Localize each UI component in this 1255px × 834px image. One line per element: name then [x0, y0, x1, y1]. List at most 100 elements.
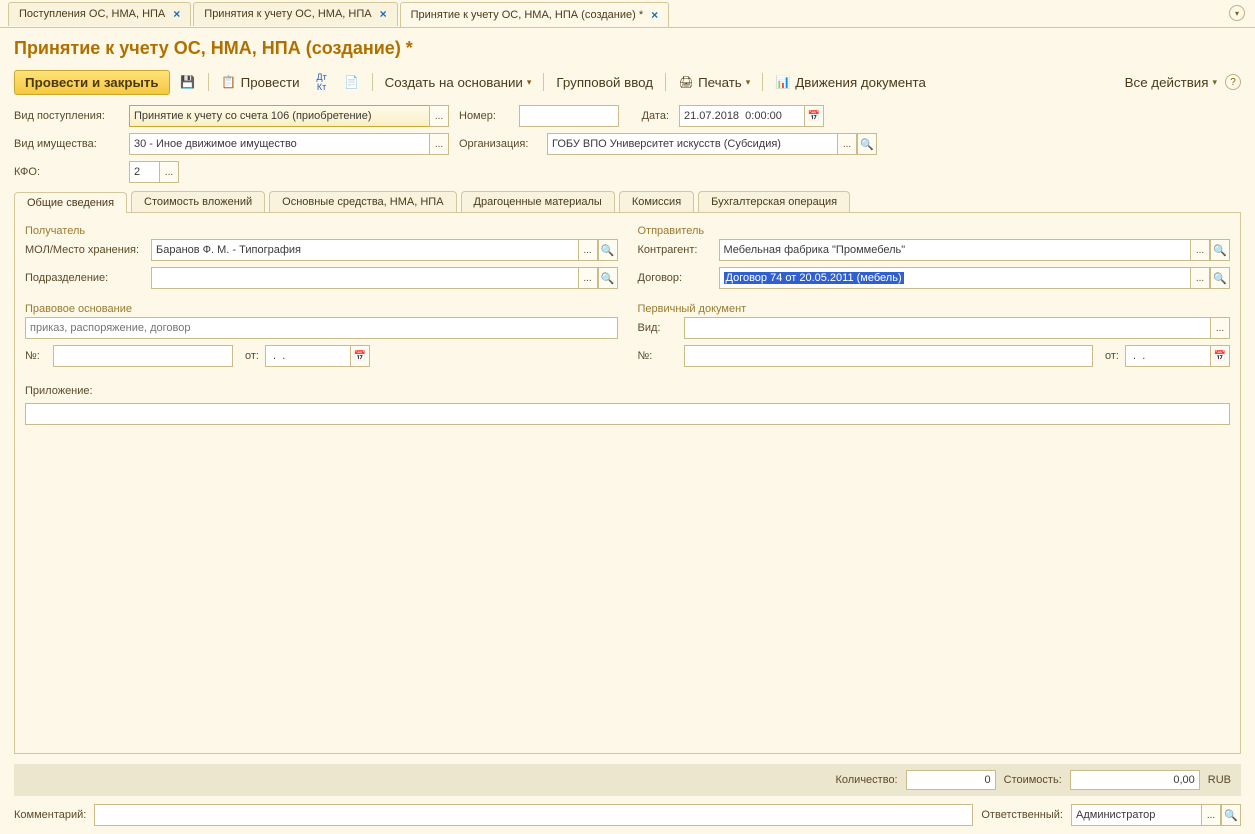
calendar-icon[interactable]: 📅 [804, 105, 824, 127]
chevron-down-icon: ▾ [527, 77, 532, 88]
subtabs: Общие сведения Стоимость вложений Основн… [14, 191, 1241, 213]
legal-basis-input[interactable] [25, 317, 618, 339]
qty-label: Количество: [835, 774, 897, 786]
number-input[interactable] [519, 105, 619, 127]
search-icon[interactable]: 🔍 [1210, 239, 1230, 261]
ellipsis-icon[interactable]: ... [429, 133, 449, 155]
printer-icon: 🖨 [678, 74, 694, 90]
tab-commission[interactable]: Комиссия [619, 191, 694, 212]
help-icon[interactable]: ? [1225, 74, 1241, 90]
ellipsis-icon[interactable]: ... [159, 161, 179, 183]
ellipsis-icon[interactable]: ... [1190, 239, 1210, 261]
legal-num-input[interactable] [53, 345, 233, 367]
ellipsis-icon[interactable]: ... [837, 133, 857, 155]
mol-input[interactable] [151, 239, 578, 261]
save-button[interactable]: 💾 [176, 72, 200, 92]
contractor-input[interactable] [719, 239, 1191, 261]
form-icon-button[interactable]: 📄 [340, 72, 364, 92]
responsible-input[interactable] [1071, 804, 1201, 826]
doc-tab-0[interactable]: Поступления ОС, НМА, НПА × [8, 2, 191, 26]
movements-button[interactable]: 📊Движения документа [771, 72, 930, 92]
responsible-label: Ответственный: [981, 809, 1063, 821]
create-based-button[interactable]: Создать на основании ▾ [381, 73, 536, 92]
tab-body: Получатель МОЛ/Место хранения: ... 🔍 Под… [14, 213, 1241, 754]
org-input[interactable] [547, 133, 837, 155]
kind-input[interactable] [684, 317, 1211, 339]
dtkt-button[interactable]: ДтКт [310, 72, 334, 92]
date-input[interactable] [679, 105, 804, 127]
kind-label: Вид: [638, 322, 678, 334]
sender-legend: Отправитель [638, 225, 709, 237]
close-icon[interactable]: × [380, 7, 387, 21]
property-type-label: Вид имущества: [14, 138, 119, 150]
close-icon[interactable]: × [173, 7, 180, 21]
post-and-close-button[interactable]: Провести и закрыть [14, 70, 170, 95]
chevron-down-icon: ▾ [746, 77, 751, 88]
legal-num-label: №: [25, 350, 47, 362]
dept-label: Подразделение: [25, 272, 145, 284]
primary-from-label: от: [1099, 350, 1119, 362]
all-actions-button[interactable]: Все действия ▾ [1121, 73, 1221, 92]
contract-label: Договор: [638, 272, 713, 284]
legal-legend: Правовое основание [25, 303, 136, 315]
attachment-label: Приложение: [25, 385, 100, 397]
page-title: Принятие к учету ОС, НМА, НПА (создание)… [14, 38, 1241, 59]
print-button[interactable]: 🖨Печать ▾ [674, 72, 754, 92]
search-icon[interactable]: 🔍 [598, 239, 618, 261]
ellipsis-icon[interactable]: ... [429, 105, 449, 127]
comment-label: Комментарий: [14, 809, 86, 821]
contract-input[interactable]: Договор 74 от 20.05.2011 (мебель) [719, 267, 1191, 289]
kfo-input[interactable] [129, 161, 159, 183]
search-icon[interactable]: 🔍 [1221, 804, 1241, 826]
tab-assets[interactable]: Основные средства, НМА, НПА [269, 191, 456, 212]
search-icon[interactable]: 🔍 [598, 267, 618, 289]
legal-date-input[interactable] [265, 345, 350, 367]
dtkt-icon: ДтКт [314, 74, 330, 90]
tab-cost[interactable]: Стоимость вложений [131, 191, 265, 212]
contractor-label: Контрагент: [638, 244, 713, 256]
doc-tab-2[interactable]: Принятие к учету ОС, НМА, НПА (создание)… [400, 2, 670, 27]
totals-bar: Количество: Стоимость: RUB [14, 764, 1241, 796]
primary-num-label: №: [638, 350, 678, 362]
ellipsis-icon[interactable]: ... [1201, 804, 1221, 826]
recipient-legend: Получатель [25, 225, 89, 237]
expand-icon[interactable]: ▾ [1229, 5, 1245, 21]
ellipsis-icon[interactable]: ... [1190, 267, 1210, 289]
search-icon[interactable]: 🔍 [1210, 267, 1230, 289]
movements-icon: 📊 [775, 74, 791, 90]
receipt-type-label: Вид поступления: [14, 110, 119, 122]
search-icon[interactable]: 🔍 [857, 133, 877, 155]
dept-input[interactable] [151, 267, 578, 289]
ellipsis-icon[interactable]: ... [578, 239, 598, 261]
ellipsis-icon[interactable]: ... [1210, 317, 1230, 339]
post-button[interactable]: 📋Провести [217, 72, 304, 92]
tab-accounting[interactable]: Бухгалтерская операция [698, 191, 850, 212]
number-label: Номер: [459, 110, 509, 122]
comment-input[interactable] [94, 804, 973, 826]
attachment-input[interactable] [25, 403, 1230, 425]
ellipsis-icon[interactable]: ... [578, 267, 598, 289]
post-icon: 📋 [221, 74, 237, 90]
tab-precious[interactable]: Драгоценные материалы [461, 191, 615, 212]
tab-general[interactable]: Общие сведения [14, 192, 127, 213]
primary-date-input[interactable] [1125, 345, 1210, 367]
chevron-down-icon: ▾ [1212, 77, 1217, 88]
cost-value [1070, 770, 1200, 790]
qty-value [906, 770, 996, 790]
document-tabbar: Поступления ОС, НМА, НПА × Принятия к уч… [0, 0, 1255, 28]
doc-tab-1[interactable]: Принятия к учету ОС, НМА, НПА × [193, 2, 397, 26]
cost-label: Стоимость: [1004, 774, 1062, 786]
mol-label: МОЛ/Место хранения: [25, 244, 145, 256]
calendar-icon[interactable]: 📅 [1210, 345, 1230, 367]
kfo-label: КФО: [14, 166, 119, 178]
group-input-button[interactable]: Групповой ввод [552, 73, 657, 92]
legal-from-label: от: [239, 350, 259, 362]
currency-label: RUB [1208, 774, 1231, 786]
calendar-icon[interactable]: 📅 [350, 345, 370, 367]
receipt-type-input[interactable] [129, 105, 429, 127]
close-icon[interactable]: × [651, 8, 658, 22]
date-label: Дата: [629, 110, 669, 122]
primary-num-input[interactable] [684, 345, 1094, 367]
form-icon: 📄 [344, 74, 360, 90]
property-type-input[interactable] [129, 133, 429, 155]
